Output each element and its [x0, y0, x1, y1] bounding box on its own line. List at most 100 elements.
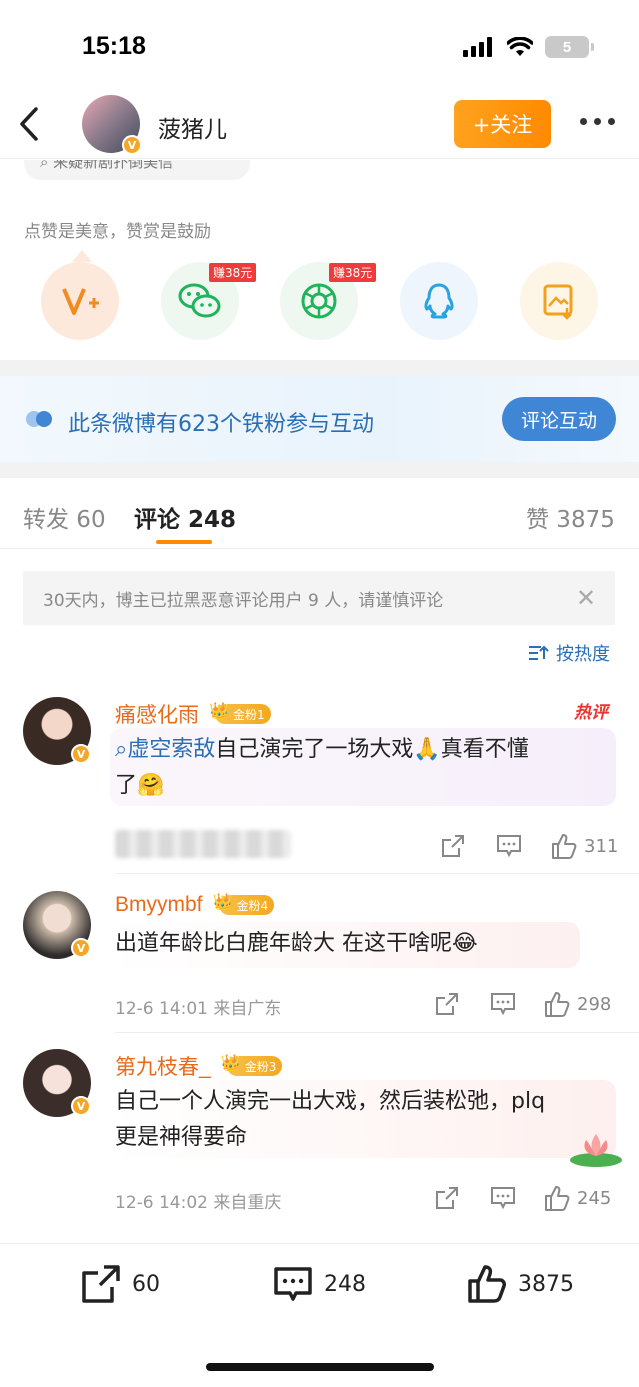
wechat-icon [178, 283, 221, 318]
dot-icon [580, 118, 587, 125]
home-indicator[interactable] [206, 1363, 434, 1371]
comment-icon [491, 993, 515, 1016]
like-comment-button[interactable]: 298 [543, 990, 611, 1018]
search-icon: ⌕ [40, 153, 54, 171]
comment-meta: 12-6 14:01 来自广东 [115, 999, 282, 1019]
repost-comment-button[interactable] [435, 1186, 459, 1210]
save-image-button[interactable] [520, 262, 598, 340]
iron-fan-icon [26, 411, 52, 427]
save-image-icon [543, 284, 573, 320]
thumbs-up-icon [552, 834, 577, 859]
section-separator [0, 360, 639, 376]
sort-icon [529, 645, 549, 660]
tip-arrow [72, 250, 92, 262]
thumbs-up-icon [468, 1265, 506, 1303]
qq-share-button[interactable] [400, 262, 478, 340]
comment-interact-button[interactable]: 评论互动 [502, 397, 616, 441]
tab-comment[interactable]: 评论 248 [134, 500, 236, 534]
comment-meta: 12-6 14:02 来自重庆 [115, 1193, 282, 1213]
back-button[interactable] [16, 104, 46, 144]
hot-comment-badge: 热评 [574, 703, 608, 723]
lotus-decoration-icon [570, 1134, 622, 1167]
share-icon [82, 1265, 120, 1303]
share-icon [436, 993, 458, 1015]
more-options-button[interactable] [580, 118, 615, 125]
author-name[interactable]: 菠猪儿 [158, 110, 227, 144]
comment-header: Bmyymbf 金粉4 [115, 892, 275, 917]
wifi-icon [507, 37, 533, 56]
topic-search-text: 来疑新剧扑倒美信 [53, 153, 174, 171]
signal-icon [463, 37, 492, 57]
fan-level-badge: 金粉4 [213, 892, 275, 915]
like-count: 3875 [518, 1271, 574, 1297]
tab-repost[interactable]: 转发 60 [23, 500, 106, 534]
sort-button[interactable]: 按热度 [528, 640, 610, 666]
thumbs-up-icon [545, 1186, 570, 1211]
comment-text-line: 出道年龄比白鹿年龄大 在这干啥呢😂 [115, 931, 478, 956]
topic-text: 虚空索敌 [127, 737, 216, 762]
fan-level-badge: 金粉1 [209, 701, 271, 724]
commenter-name[interactable]: 痛感化雨 [115, 699, 199, 729]
comment-divider [115, 873, 639, 874]
comment-icon [274, 1267, 312, 1301]
v-plus-icon [62, 288, 99, 315]
status-time: 15:18 [82, 32, 146, 60]
verified-badge-icon: V [122, 135, 142, 155]
like-button[interactable]: 3875 [466, 1263, 574, 1305]
comment-text-line: 了🤗 [115, 773, 165, 798]
thumbs-up-icon [545, 992, 570, 1017]
iron-fans-text: 此条微博有623个铁粉参与互动 [68, 412, 374, 437]
comment-button[interactable]: 248 [272, 1263, 366, 1305]
comment-meta-blurred [115, 830, 291, 858]
share-icon [436, 1187, 458, 1209]
comment-divider [115, 1032, 639, 1033]
dot-icon [594, 118, 601, 125]
comment-header: 痛感化雨 金粉1 [115, 699, 271, 729]
blacklist-notice: 30天内，博主已拉黑恶意评论用户 9 人，请谨慎评论 [23, 571, 615, 625]
commenter-name[interactable]: 第九枝春_ [115, 1051, 211, 1081]
status-icons: 5 [463, 36, 594, 58]
fan-level-badge: 金粉3 [221, 1053, 283, 1076]
repost-button[interactable]: 60 [80, 1263, 160, 1305]
share-icon [442, 835, 464, 857]
comment-icon [491, 1187, 515, 1210]
section-separator [0, 462, 639, 478]
reply-comment-button[interactable] [496, 834, 522, 858]
verified-badge-icon: V [71, 744, 91, 764]
repost-comment-button[interactable] [441, 834, 465, 858]
tabs-divider [0, 548, 639, 549]
like-count: 298 [577, 993, 612, 1015]
comment-header: 第九枝春_ 金粉3 [115, 1051, 283, 1081]
like-count: 311 [584, 835, 619, 857]
comment-text-line: 自己演完了一场大戏🙏真看不懂 [215, 737, 529, 762]
tab-active-indicator [156, 540, 212, 544]
verified-badge-icon: V [71, 1096, 91, 1116]
close-icon[interactable]: ✕ [576, 584, 598, 612]
topic-link[interactable]: ⌕虚空索敌 [115, 737, 215, 762]
comment-text-line: 自己一个人演完一出大戏，然后装松弛，plq [115, 1089, 546, 1114]
commenter-name[interactable]: Bmyymbf [115, 893, 203, 917]
search-icon: ⌕ [115, 737, 128, 762]
comment-count: 248 [324, 1271, 366, 1297]
verified-badge-icon: V [71, 938, 91, 958]
earn-badge: 赚38元 [209, 263, 257, 282]
reply-comment-button[interactable] [490, 992, 516, 1016]
like-comment-button[interactable]: 311 [550, 832, 618, 860]
reply-comment-button[interactable] [490, 1186, 516, 1210]
dot-icon [608, 118, 615, 125]
header-divider [0, 158, 639, 159]
comment-text-line: 更是神得要命 [115, 1125, 248, 1150]
reward-tip: 点赞是美意，赞赏是鼓励 [24, 222, 211, 242]
moments-icon [301, 283, 337, 319]
follow-button[interactable]: +关注 [454, 100, 551, 148]
battery-icon: 5 [545, 36, 594, 58]
like-comment-button[interactable]: 245 [543, 1184, 611, 1212]
repost-comment-button[interactable] [435, 992, 459, 1016]
comment-icon [497, 835, 521, 858]
comment-text: ⌕虚空索敌自己演完了一场大戏🙏真看不懂 [115, 732, 529, 768]
repost-count: 60 [132, 1271, 160, 1297]
sort-label: 按热度 [556, 644, 610, 665]
tab-like[interactable]: 赞 3875 [526, 500, 615, 534]
charge-button[interactable] [41, 262, 119, 340]
like-count: 245 [577, 1187, 612, 1209]
